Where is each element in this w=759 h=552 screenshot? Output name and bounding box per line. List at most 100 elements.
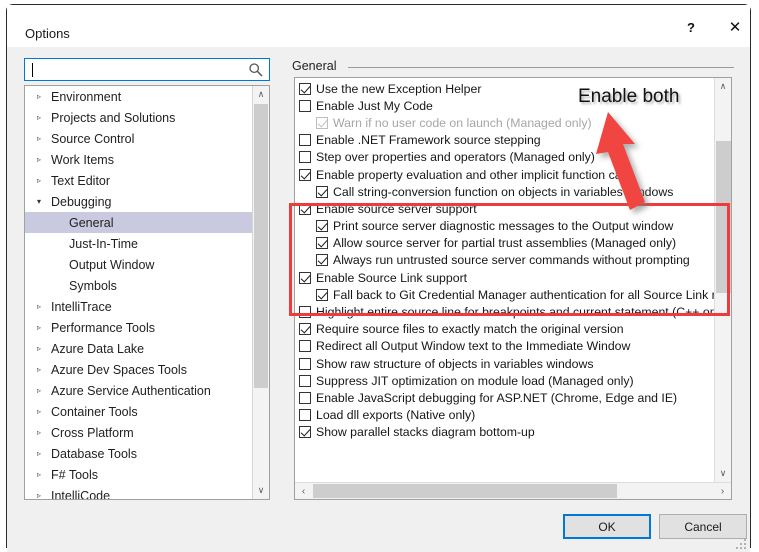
scroll-down-icon[interactable]: ∨ [715, 465, 731, 482]
option-row-load-dll-exports[interactable]: Load dll exports (Native only) [295, 407, 715, 424]
tree-item-label: Performance Tools [51, 320, 155, 335]
tree-item-text-editor[interactable]: ▹ Text Editor [25, 170, 253, 191]
chevron-right-icon[interactable]: ▹ [33, 134, 45, 143]
scroll-up-icon[interactable]: ∧ [715, 78, 731, 95]
tree-item-debugging[interactable]: ▾ Debugging [25, 191, 253, 212]
scroll-right-icon[interactable]: › [714, 483, 731, 499]
option-row-print-source-server-diagnostics[interactable]: Print source server diagnostic messages … [295, 218, 715, 235]
option-row-show-raw-structure[interactable]: Show raw structure of objects in variabl… [295, 355, 715, 372]
option-row-enable-source-link-support[interactable]: Enable Source Link support [295, 269, 715, 286]
checkbox-icon[interactable] [299, 134, 311, 147]
tree-item-source-control[interactable]: ▹ Source Control [25, 128, 253, 149]
tree-item-symbols[interactable]: Symbols [25, 275, 253, 296]
tree-item-azure-data-lake[interactable]: ▹ Azure Data Lake [25, 338, 253, 359]
chevron-right-icon[interactable]: ▹ [33, 302, 45, 311]
tree-item-output-window[interactable]: Output Window [25, 254, 253, 275]
tree-item-azure-service-authentication[interactable]: ▹ Azure Service Authentication [25, 380, 253, 401]
chevron-right-icon[interactable]: ▹ [33, 113, 45, 122]
tree-item-intellitrace[interactable]: ▹ IntelliTrace [25, 296, 253, 317]
tree-item-fsharp-tools[interactable]: ▹ F# Tools [25, 464, 253, 485]
option-row-always-run-untrusted-commands[interactable]: Always run untrusted source server comma… [295, 252, 715, 269]
option-row-enable-net-framework-source-stepping[interactable]: Enable .NET Framework source stepping [295, 132, 715, 149]
chevron-right-icon[interactable]: ▹ [33, 386, 45, 395]
checkbox-icon[interactable] [316, 185, 328, 198]
tree-item-projects-and-solutions[interactable]: ▹ Projects and Solutions [25, 107, 253, 128]
option-row-fall-back-git-credential-manager[interactable]: Fall back to Git Credential Manager auth… [295, 286, 731, 303]
chevron-right-icon[interactable]: ▹ [33, 449, 45, 458]
checkbox-icon[interactable] [299, 409, 311, 422]
tree-vertical-scrollbar[interactable]: ∧ ∨ [252, 86, 269, 499]
option-row-enable-source-server-support[interactable]: Enable source server support [295, 200, 715, 217]
tree-item-general[interactable]: General [25, 212, 253, 233]
scroll-down-icon[interactable]: ∨ [253, 482, 269, 499]
checkbox-icon[interactable] [316, 237, 328, 250]
checkbox-icon[interactable] [299, 357, 311, 370]
scroll-up-icon[interactable]: ∧ [253, 86, 269, 103]
ok-button[interactable]: OK [563, 514, 651, 539]
option-row-enable-just-my-code[interactable]: Enable Just My Code [295, 97, 715, 114]
chevron-right-icon[interactable]: ▹ [33, 176, 45, 185]
checkbox-icon[interactable] [299, 306, 311, 319]
options-vertical-scrollbar[interactable]: ∧ ∨ [714, 78, 731, 482]
options-checkbox-list[interactable]: Use the new Exception Helper Enable Just… [294, 77, 732, 500]
cancel-button[interactable]: Cancel [659, 514, 747, 539]
checkbox-icon[interactable] [299, 151, 311, 164]
chevron-right-icon[interactable]: ▹ [33, 491, 45, 499]
help-button[interactable]: ? [671, 13, 711, 41]
tree-item-work-items[interactable]: ▹ Work Items [25, 149, 253, 170]
checkbox-icon[interactable] [316, 220, 328, 233]
checkbox-icon[interactable] [299, 391, 311, 404]
options-list: Use the new Exception Helper Enable Just… [295, 80, 731, 441]
option-row-suppress-jit-optimization[interactable]: Suppress JIT optimization on module load… [295, 372, 715, 389]
tree-item-just-in-time[interactable]: Just-In-Time [25, 233, 253, 254]
checkbox-icon[interactable] [299, 82, 311, 95]
tree-item-label: Azure Data Lake [51, 341, 145, 356]
tree-item-performance-tools[interactable]: ▹ Performance Tools [25, 317, 253, 338]
option-row-use-new-exception-helper[interactable]: Use the new Exception Helper [295, 80, 715, 97]
checkbox-icon[interactable] [299, 168, 311, 181]
tree-item-intellicode[interactable]: ▹ IntelliCode [25, 485, 253, 500]
option-row-require-source-files-match[interactable]: Require source files to exactly match th… [295, 321, 715, 338]
checkbox-icon[interactable] [299, 426, 311, 439]
options-horizontal-scrollbar[interactable]: ‹ › [295, 482, 731, 499]
option-row-redirect-output-window[interactable]: Redirect all Output Window text to the I… [295, 338, 715, 355]
option-row-show-parallel-stacks[interactable]: Show parallel stacks diagram bottom-up [295, 424, 715, 441]
scrollbar-thumb-horizontal[interactable] [313, 484, 617, 498]
search-input[interactable] [24, 58, 270, 81]
tree-item-environment[interactable]: ▹ Environment [25, 86, 253, 107]
chevron-right-icon[interactable]: ▹ [33, 155, 45, 164]
chevron-right-icon[interactable]: ▹ [33, 428, 45, 437]
search-icon[interactable] [248, 62, 264, 78]
close-icon[interactable]: ✕ [715, 13, 750, 41]
tree-item-database-tools[interactable]: ▹ Database Tools [25, 443, 253, 464]
chevron-right-icon[interactable]: ▹ [33, 92, 45, 101]
chevron-right-icon[interactable]: ▹ [33, 470, 45, 479]
checkbox-icon[interactable] [316, 254, 328, 267]
checkbox-icon[interactable] [299, 323, 311, 336]
tree-item-cross-platform[interactable]: ▹ Cross Platform [25, 422, 253, 443]
chevron-right-icon[interactable]: ▹ [33, 407, 45, 416]
options-category-tree[interactable]: ▹ Environment ▹ Projects and Solutions ▹… [24, 85, 270, 500]
resize-grip[interactable] [734, 537, 746, 549]
option-row-highlight-entire-source-line[interactable]: Highlight entire source line for breakpo… [295, 303, 730, 320]
scrollbar-thumb[interactable] [254, 104, 268, 388]
checkbox-icon[interactable] [299, 271, 311, 284]
tree-item-azure-dev-spaces-tools[interactable]: ▹ Azure Dev Spaces Tools [25, 359, 253, 380]
chevron-down-icon[interactable]: ▾ [33, 197, 45, 206]
tree-item-container-tools[interactable]: ▹ Container Tools [25, 401, 253, 422]
checkbox-icon[interactable] [316, 288, 328, 301]
checkbox-icon[interactable] [299, 202, 311, 215]
chevron-right-icon[interactable]: ▹ [33, 344, 45, 353]
chevron-right-icon[interactable]: ▹ [33, 323, 45, 332]
option-row-enable-property-evaluation[interactable]: Enable property evaluation and other imp… [295, 166, 715, 183]
option-row-call-string-conversion[interactable]: Call string-conversion function on objec… [295, 183, 715, 200]
option-row-step-over-properties[interactable]: Step over properties and operators (Mana… [295, 149, 715, 166]
option-row-enable-javascript-debugging[interactable]: Enable JavaScript debugging for ASP.NET … [295, 389, 715, 406]
chevron-right-icon[interactable]: ▹ [33, 365, 45, 374]
checkbox-icon[interactable] [299, 340, 311, 353]
option-row-allow-source-server-partial-trust[interactable]: Allow source server for partial trust as… [295, 235, 715, 252]
checkbox-icon[interactable] [299, 99, 311, 112]
scrollbar-thumb[interactable] [716, 141, 731, 293]
scroll-left-icon[interactable]: ‹ [295, 483, 312, 499]
checkbox-icon[interactable] [299, 374, 311, 387]
